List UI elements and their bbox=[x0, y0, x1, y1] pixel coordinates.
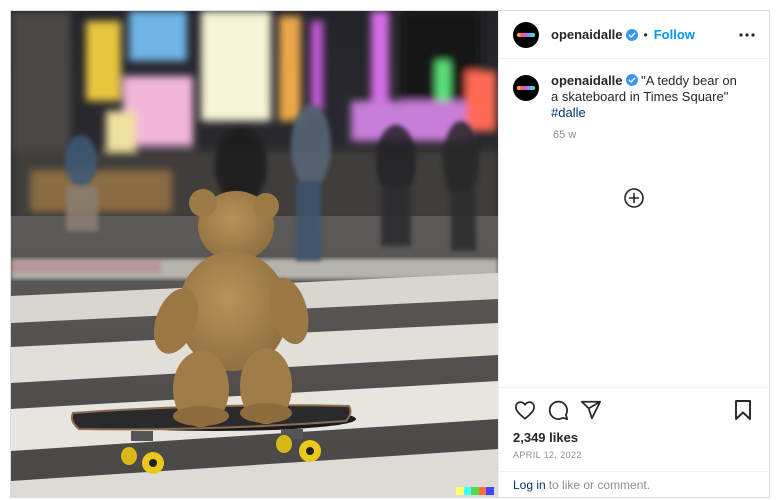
separator-dot: • bbox=[643, 27, 648, 42]
comments-section: openaidalle "A teddy bear on a skateboar… bbox=[499, 59, 769, 387]
heart-icon[interactable] bbox=[513, 398, 537, 422]
post-date: APRIL 12, 2022 bbox=[513, 450, 582, 460]
caption-row: openaidalle "A teddy bear on a skateboar… bbox=[513, 73, 755, 121]
post-age: 65 w bbox=[553, 129, 577, 141]
caption: openaidalle "A teddy bear on a skateboar… bbox=[551, 73, 746, 121]
dalle-signature-strip bbox=[456, 487, 494, 495]
login-prompt: Log in to like or comment. bbox=[499, 471, 769, 497]
bookmark-icon[interactable] bbox=[731, 398, 755, 422]
follow-button[interactable]: Follow bbox=[654, 27, 695, 42]
action-bar bbox=[513, 388, 755, 428]
post-dialog: openaidalle • Follow openaidalle "A tedd… bbox=[10, 10, 770, 498]
hashtag-link[interactable]: #dalle bbox=[551, 105, 586, 120]
avatar[interactable] bbox=[513, 21, 539, 48]
login-prompt-text: to like or comment. bbox=[548, 477, 651, 492]
comment-icon[interactable] bbox=[546, 398, 570, 422]
teddy-bear-skateboard-photo bbox=[11, 11, 498, 497]
share-icon[interactable] bbox=[579, 398, 603, 422]
login-link[interactable]: Log in bbox=[513, 478, 546, 492]
username-link[interactable]: openaidalle bbox=[551, 27, 623, 42]
post-image[interactable] bbox=[11, 11, 498, 497]
post-header: openaidalle • Follow bbox=[499, 11, 769, 59]
like-count[interactable]: 2,349 likes bbox=[513, 430, 755, 445]
verified-badge-icon bbox=[625, 28, 638, 41]
verified-badge-icon bbox=[625, 74, 638, 86]
post-side-panel: openaidalle • Follow openaidalle "A tedd… bbox=[498, 11, 769, 497]
plus-circle-icon[interactable] bbox=[623, 187, 645, 209]
more-options-icon[interactable] bbox=[739, 32, 755, 37]
caption-avatar[interactable] bbox=[513, 75, 539, 101]
caption-username[interactable]: openaidalle bbox=[551, 73, 623, 88]
post-actions: 2,349 likes APRIL 12, 2022 bbox=[499, 387, 769, 471]
